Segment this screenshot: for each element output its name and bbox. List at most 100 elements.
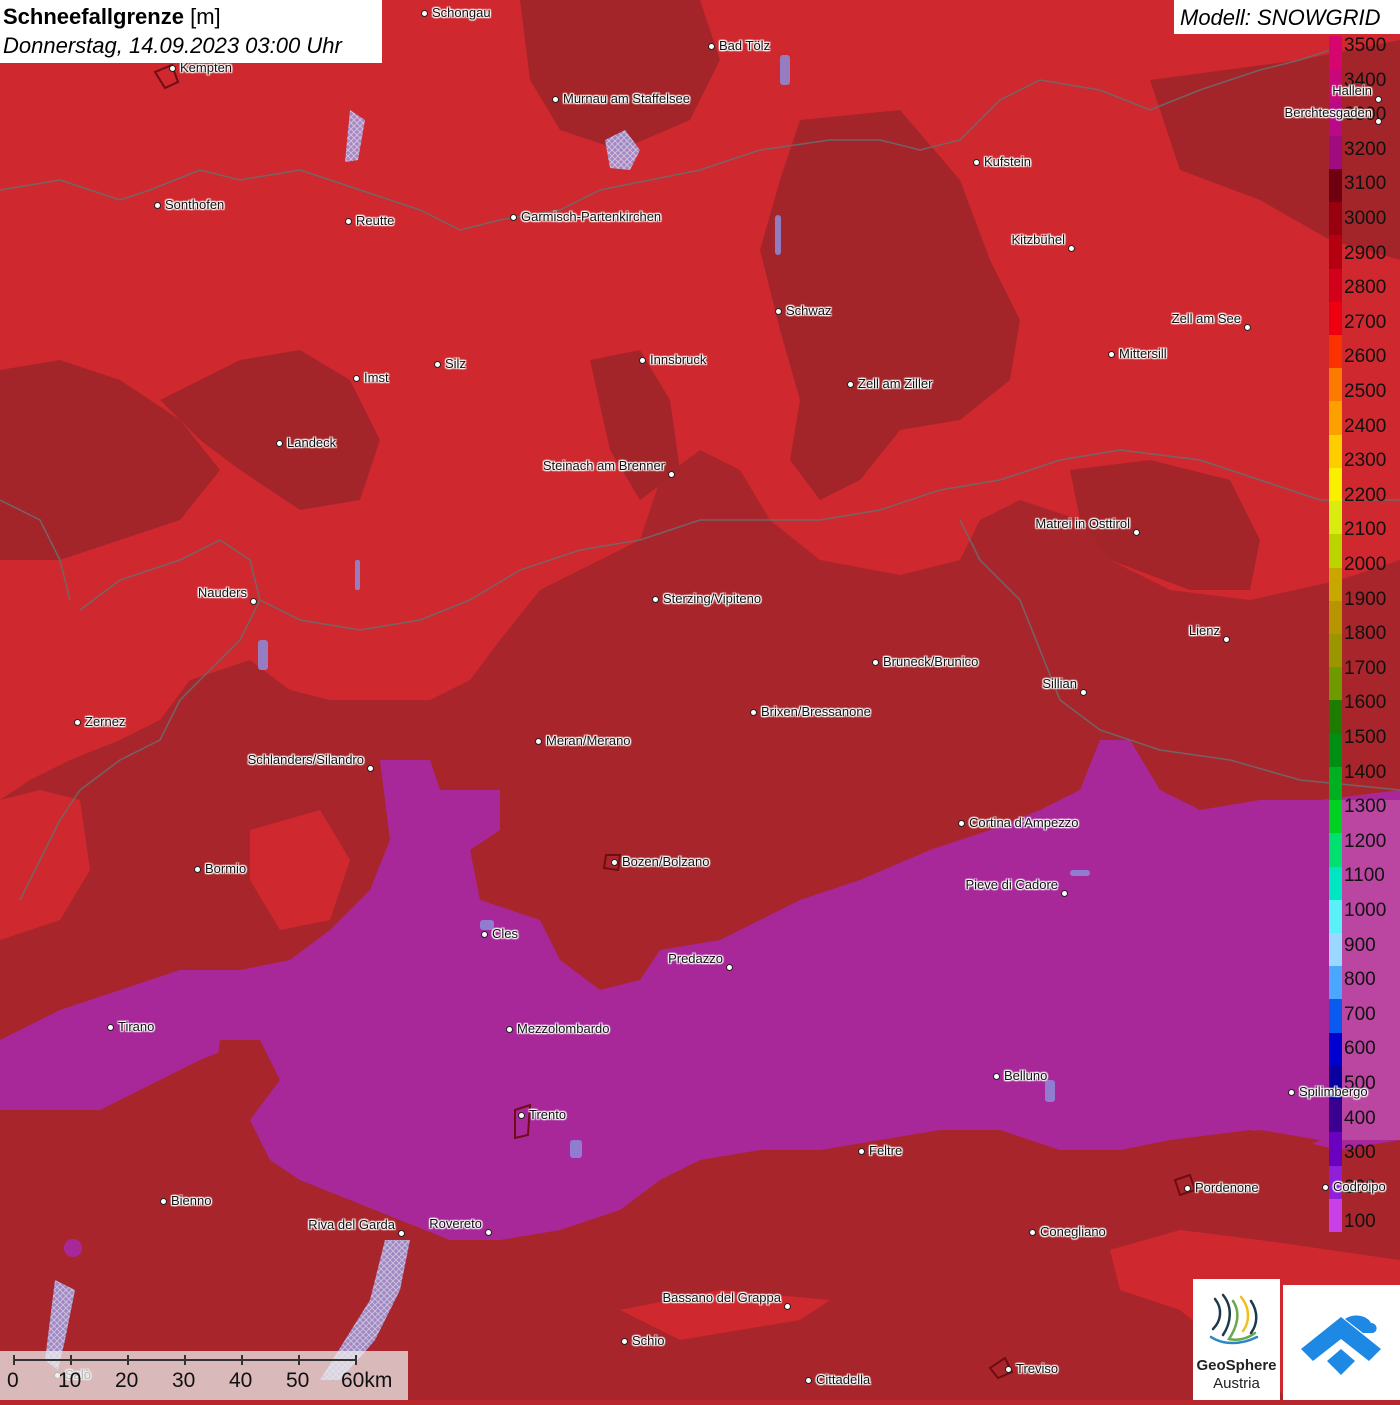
legend-color-step	[1329, 700, 1342, 735]
legend-color-step	[1329, 135, 1342, 170]
legend-label: 2900	[1344, 242, 1387, 264]
city-label: Schwaz	[786, 303, 832, 318]
city-marker	[972, 158, 980, 166]
legend-label: 900	[1344, 934, 1376, 956]
legend-label: 2300	[1344, 450, 1387, 472]
legend-color-step	[1329, 600, 1342, 635]
city-label: Sonthofen	[165, 197, 225, 212]
legend-label: 1500	[1344, 727, 1387, 748]
city-marker	[857, 1147, 865, 1155]
legend-label: 2700	[1344, 311, 1387, 333]
city-marker	[651, 595, 659, 603]
city-marker	[1374, 95, 1382, 103]
city-marker	[804, 1376, 812, 1384]
city-marker	[1028, 1228, 1036, 1236]
city-marker	[352, 374, 360, 382]
legend-label: 2600	[1344, 346, 1387, 368]
city-marker	[168, 64, 176, 72]
legend-label: 2800	[1344, 277, 1387, 299]
legend-label: 3000	[1344, 208, 1387, 229]
city-marker	[638, 356, 646, 364]
city-label: Sterzing/Vipiteno	[663, 591, 762, 606]
city-marker	[1321, 1183, 1329, 1191]
city-marker	[275, 439, 283, 447]
city-label: Riva del Garda	[308, 1217, 395, 1232]
legend-color-step	[1329, 202, 1342, 236]
city-label: Nauders	[197, 585, 247, 600]
city-marker	[774, 307, 782, 315]
city-marker	[509, 213, 517, 221]
city-marker	[534, 737, 542, 745]
city-marker	[1374, 117, 1382, 125]
city-marker	[1183, 1184, 1191, 1192]
legend-label: 800	[1344, 969, 1376, 991]
city-marker	[551, 95, 559, 103]
legend-label: 700	[1344, 1003, 1376, 1025]
city-label: Brixen/Bressanone	[761, 704, 871, 719]
city-marker	[480, 930, 488, 938]
city-marker	[344, 217, 352, 225]
city-label: Treviso	[1016, 1361, 1059, 1376]
city-label: Sillian	[1042, 676, 1077, 691]
legend-label: 1700	[1344, 657, 1387, 679]
geosphere-logo[interactable]: GeoSphere Austria	[1193, 1279, 1280, 1400]
legend-color-step	[1329, 534, 1342, 569]
city-marker	[957, 819, 965, 827]
city-label: Kitzbühel	[1011, 232, 1065, 247]
scale-tick: 10	[58, 1369, 82, 1392]
legend-label: 2100	[1344, 519, 1387, 541]
city-marker	[1060, 889, 1068, 897]
city-label: Murnau am Staffelsee	[563, 91, 690, 106]
legend-color-step	[1329, 866, 1342, 901]
legend-color-step	[1329, 933, 1342, 967]
city-label: Zell am See	[1171, 311, 1241, 326]
city-marker	[153, 201, 161, 209]
city-label: Schio	[632, 1333, 665, 1348]
city-marker	[749, 708, 757, 716]
map-unit: [m]	[190, 4, 221, 29]
city-marker	[193, 865, 201, 873]
legend-label: 300	[1344, 1142, 1376, 1164]
legend-color-step	[1329, 168, 1342, 203]
city-label: Predazzo	[668, 951, 723, 966]
legend-color-step	[1329, 235, 1342, 270]
snow-house-logo[interactable]	[1283, 1285, 1400, 1400]
legend-color-step	[1329, 966, 1342, 1000]
city-marker	[783, 1302, 791, 1310]
scale-tick: 60km	[341, 1369, 393, 1392]
city-label: Bassano del Grappa	[662, 1290, 781, 1305]
city-marker	[1222, 635, 1230, 643]
legend-color-step	[1329, 268, 1342, 303]
legend-color-step	[1329, 1099, 1342, 1133]
geosphere-emblem-icon	[1209, 1293, 1259, 1345]
city-label: Bienno	[171, 1193, 212, 1208]
map-datetime: Donnerstag, 14.09.2023 03:00 Uhr	[3, 33, 342, 58]
city-label: Cittadella	[816, 1372, 871, 1387]
legend-label: 1400	[1344, 761, 1387, 783]
legend-color-step	[1329, 800, 1342, 834]
city-marker	[249, 597, 257, 605]
legend-color-step	[1329, 434, 1342, 469]
city-label: Garmisch-Partenkirchen	[521, 209, 662, 224]
city-label: Pordenone	[1195, 1180, 1259, 1195]
city-label: Bad Tölz	[719, 38, 771, 53]
city-label: Bruneck/Brunico	[883, 654, 979, 669]
scale-tick: 30	[172, 1369, 196, 1392]
map-title: Schneefallgrenze [m]	[3, 4, 221, 29]
scale-tick: 0	[7, 1369, 19, 1392]
city-marker	[1243, 323, 1251, 331]
city-marker	[1067, 244, 1075, 252]
city-label: Belluno	[1004, 1068, 1048, 1083]
legend-color-step	[1329, 899, 1342, 934]
legend-color-step	[1329, 368, 1342, 402]
city-marker	[620, 1337, 628, 1345]
city-marker	[871, 658, 879, 666]
legend-label: 2400	[1344, 415, 1387, 437]
legend-color-step	[1329, 301, 1342, 336]
city-label: Trento	[529, 1107, 567, 1122]
city-label: Rovereto	[429, 1216, 482, 1231]
city-marker	[1107, 350, 1115, 358]
legend-color-step	[1329, 667, 1342, 701]
legend-label: 2500	[1344, 381, 1387, 402]
city-marker	[517, 1111, 525, 1119]
